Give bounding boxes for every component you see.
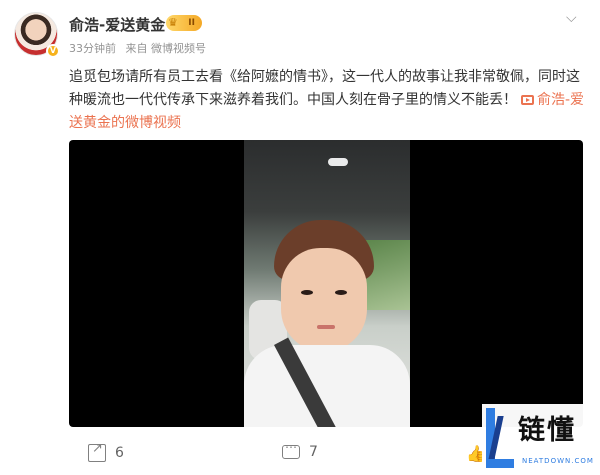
video-player[interactable] — [69, 140, 583, 427]
link-video-icon — [521, 95, 534, 105]
post-body: 追觅包场请所有员工去看《给阿嬷的情书》，这一代人的故事让我非常敬佩，同时这种暖流… — [69, 69, 580, 108]
video-frame — [244, 140, 410, 427]
comment-button[interactable]: 7 — [282, 440, 318, 460]
share-count: 6 — [115, 445, 124, 461]
watermark-logo-icon — [484, 408, 514, 472]
vip-crown-icon: ♛ — [168, 16, 178, 29]
post-time[interactable]: 33分钟前 — [69, 42, 116, 55]
author-name[interactable]: 俞浩-爱送黄金 — [69, 14, 165, 35]
comment-icon — [282, 440, 300, 459]
post-text: 追觅包场请所有员工去看《给阿嬷的情书》，这一代人的故事让我非常敬佩，同时这种暖流… — [69, 66, 589, 135]
verified-badge: V — [46, 44, 60, 58]
comment-count: 7 — [309, 444, 318, 460]
share-icon — [88, 441, 106, 462]
watermark-title: 链懂 — [518, 415, 576, 446]
watermark-subtitle: NEATDOWN.COM — [522, 457, 594, 465]
site-watermark: 链懂 NEATDOWN.COM — [482, 404, 600, 475]
share-button[interactable]: 6 — [88, 441, 124, 462]
person-face — [281, 248, 367, 352]
person-left-eye — [301, 290, 313, 295]
person-mouth — [317, 325, 335, 329]
post-source[interactable]: 来自 微博视频号 — [126, 42, 207, 55]
person-right-eye — [335, 290, 347, 295]
more-icon[interactable]: ⌵ — [566, 10, 577, 26]
post-meta: 33分钟前 来自 微博视频号 — [69, 40, 212, 56]
car-ceiling-light — [328, 158, 348, 166]
